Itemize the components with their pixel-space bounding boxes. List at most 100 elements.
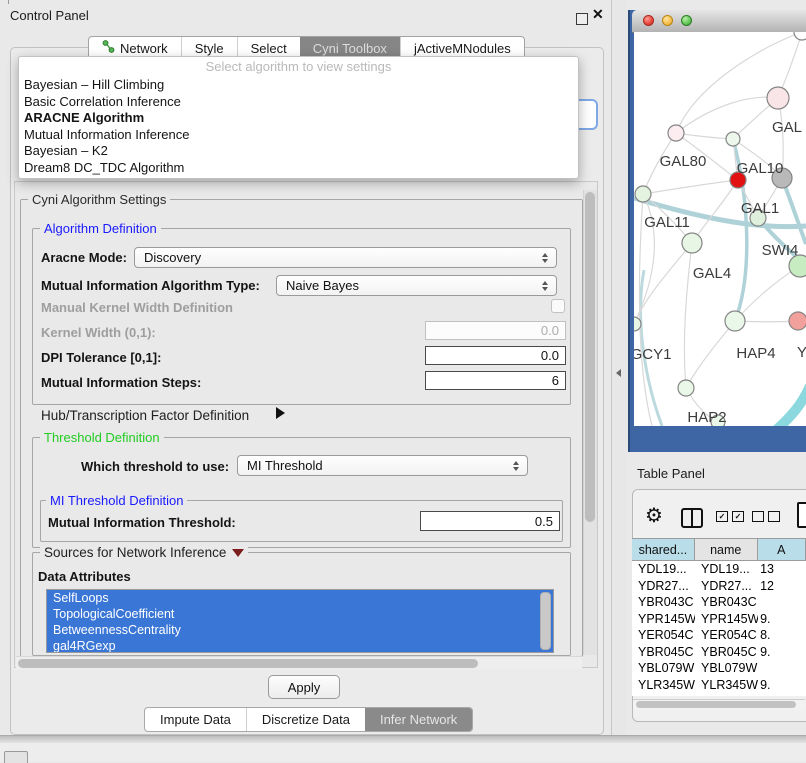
settings-vscrollbar[interactable] [583,190,597,655]
mi-type-select[interactable]: Naive Bayes [276,275,557,296]
tab-impute-data[interactable]: Impute Data [145,708,246,731]
table-header-cell[interactable]: name [695,539,758,560]
show-columns-icon[interactable]: ✓ ✓ [716,511,744,522]
network-edge[interactable] [643,180,738,194]
dropdown-item[interactable]: Bayesian – K2 [19,143,578,160]
aracne-mode-value: Discovery [144,250,201,265]
network-window-titlebar[interactable] [632,10,806,33]
list-item[interactable]: gal4RGexp [47,638,553,653]
table-row[interactable]: YBR045CYBR045C9. [632,644,806,661]
network-edge[interactable] [774,386,806,426]
table-header-cell[interactable]: A [758,539,806,560]
node-gal-partial[interactable] [767,87,789,109]
float-window-button[interactable] [576,13,588,25]
file-icon[interactable] [797,502,806,528]
list-item[interactable]: TopologicalCoefficient [47,606,553,622]
network-edge[interactable] [676,97,778,133]
vscrollbar-thumb[interactable] [585,192,595,522]
table-cell [758,660,806,677]
dropdown-item[interactable]: ARACNE Algorithm [19,110,578,127]
dropdown-item[interactable]: Basic Correlation Inference [19,94,578,111]
disclosure-arrow-icon[interactable] [276,407,285,419]
divider-collapse-handle[interactable] [616,369,621,377]
table-cell: YBR045C [695,644,758,661]
table-cell: 9. [758,644,806,661]
unchecked-box-icon [752,511,764,522]
table-row[interactable]: YLR345WYLR345W9. [632,677,806,694]
table-row[interactable]: YDL19...YDL19...13 [632,561,806,578]
network-edge[interactable] [676,32,802,133]
hscrollbar-thumb[interactable] [18,659,478,668]
table-row[interactable]: YDR27...YDR27...12 [632,578,806,595]
data-attributes-list[interactable]: SelfLoopsTopologicalCoefficientBetweenne… [46,589,554,653]
mi-steps-value: 6 [552,373,559,388]
node-top-corner[interactable] [794,32,806,40]
table-cell: YDL19... [695,561,758,578]
panel-divider[interactable] [612,0,627,762]
tab-infer-network[interactable]: Infer Network [365,708,472,731]
table-cell: 12 [758,578,806,595]
table-row[interactable]: YER054CYER054C8. [632,627,806,644]
node-gal80[interactable] [668,125,684,141]
table-row[interactable]: YBR043CYBR043C [632,594,806,611]
table-cell: YER054C [695,627,758,644]
network-edge[interactable] [686,321,735,388]
node-hap2[interactable] [678,380,694,396]
table-row[interactable]: YIL052CYIL052C9. [632,693,806,696]
table-rows: YDL19...YDL19...13YDR27...YDR27...12YBR0… [632,561,806,696]
which-threshold-label: Which threshold to use: [81,459,229,474]
table-row[interactable]: YBL079WYBL079W [632,660,806,677]
table-header-cell[interactable]: shared... [632,539,695,560]
dropdown-item[interactable]: Bayesian – Hill Climbing [19,77,578,94]
dropdown-item[interactable]: Mutual Information Inference [19,127,578,144]
list-item[interactable]: SelfLoops [47,590,553,606]
network-canvas[interactable]: GALGAL80GAL10GAL1GAL11SWI4GAL4GCY1HAP4YH… [634,32,806,426]
node-hap4[interactable] [725,311,745,331]
mi-threshold-field[interactable]: 0.5 [420,511,560,531]
collapse-arrow-icon[interactable] [232,549,244,557]
table-row[interactable]: YPR145WYPR145W9. [632,611,806,628]
aracne-mode-select[interactable]: Discovery [134,247,557,268]
node-salmon[interactable] [789,312,806,330]
table-cell: 9. [758,611,806,628]
control-panel-title: Control Panel [10,8,89,23]
list-item[interactable]: BetweennessCentrality [47,622,553,638]
kernel-width-field[interactable]: 0.0 [425,321,566,340]
mi-steps-field[interactable]: 6 [425,371,566,390]
dpi-tolerance-value: 0.0 [541,348,559,363]
network-edge[interactable] [692,180,738,243]
columns-icon[interactable] [681,508,703,528]
hub-disclosure[interactable]: Hub/Transcription Factor Definition [41,408,249,423]
node-gal4[interactable] [682,233,702,253]
node-label: HAP2 [687,409,726,426]
manual-kernel-checkbox[interactable] [551,299,565,313]
close-panel-button[interactable]: ✕ [592,6,604,23]
hide-columns-icon[interactable] [752,511,780,522]
threshold-definition-title: Threshold Definition [40,430,164,445]
network-edge[interactable] [684,243,692,388]
mi-type-value: Naive Bayes [286,278,359,293]
zoom-traffic-light[interactable] [681,15,692,26]
minimize-traffic-light[interactable] [662,15,673,26]
gear-icon[interactable]: ⚙ [645,503,663,528]
table-hscrollbar[interactable] [633,699,805,710]
dropdown-item[interactable]: Dream8 DC_TDC Algorithm [19,160,578,177]
dpi-tolerance-field[interactable]: 0.0 [425,346,566,365]
node-label: GAL10 [737,160,784,177]
node-gal10[interactable] [726,132,740,146]
tab-discretize-data[interactable]: Discretize Data [246,708,365,731]
table-cell: YIL052C [695,693,758,696]
close-traffic-light[interactable] [643,15,654,26]
table-cell: YLR345W [632,677,695,694]
corner-button[interactable] [4,751,28,763]
table-hscrollbar-thumb[interactable] [636,701,796,708]
node-gal11[interactable] [635,186,651,202]
kernel-width-label: Kernel Width (0,1): [41,325,156,340]
table-cell: YBR045C [632,644,695,661]
dropdown-placeholder: Select algorithm to view settings [19,59,578,74]
apply-button[interactable]: Apply [268,675,340,699]
tab-impute-data-label: Impute Data [160,712,231,727]
which-threshold-select[interactable]: MI Threshold [237,455,528,476]
list-scrollbar[interactable] [540,592,551,650]
settings-hscrollbar[interactable] [16,656,582,669]
